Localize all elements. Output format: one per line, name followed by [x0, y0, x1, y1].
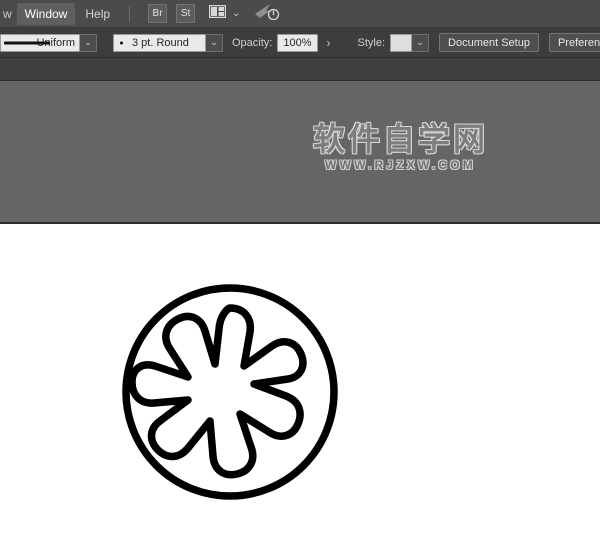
opacity-label: Opacity: [232, 36, 273, 49]
document-tab-strip [0, 58, 600, 81]
watermark: 软件自学网 WWW.RJZXW.COM [313, 121, 488, 173]
connect-button[interactable] [254, 3, 280, 25]
bridge-button[interactable]: Br [148, 4, 168, 23]
control-bar: Uniform ⌄ 3 pt. Round ⌄ Opacity: 100% › … [0, 28, 600, 58]
graphic-style-swatch[interactable] [390, 33, 413, 52]
brush-definition-dropdown-arrow[interactable]: ⌄ [206, 33, 223, 52]
connect-power-icon [254, 3, 280, 25]
brush-definition-field[interactable]: 3 pt. Round [113, 33, 206, 52]
canvas-pasteboard[interactable]: 软件自学网 WWW.RJZXW.COM [0, 81, 600, 224]
opacity-input[interactable]: 100% [277, 33, 318, 52]
watermark-chinese-text: 软件自学网 [312, 121, 488, 157]
graphic-style-dropdown-arrow[interactable]: ⌄ [412, 33, 430, 52]
style-label: Style: [357, 36, 386, 49]
menu-item-window[interactable]: Window [16, 2, 76, 25]
preferences-button[interactable]: Preferences [548, 33, 600, 52]
document-setup-button[interactable]: Document Setup [439, 33, 539, 52]
menu-item-view-truncated[interactable]: w [1, 3, 15, 25]
graphic-style-combo[interactable]: ⌄ [390, 33, 430, 52]
artboard[interactable] [0, 225, 600, 540]
arrange-documents-icon [208, 4, 227, 23]
stock-button[interactable]: St [176, 4, 196, 23]
artwork-seven-point-star-in-circle[interactable] [118, 282, 348, 517]
watermark-url-text: WWW.RJZXW.COM [325, 158, 476, 172]
chevron-down-icon: ⌄ [232, 7, 241, 19]
brush-preview-icon [120, 41, 123, 44]
illustrator-window: w Window Help Br St ⌄ Uniform ⌄ 3 pt. Ro… [0, 0, 600, 540]
opacity-more-options-icon[interactable]: › [327, 36, 331, 50]
star-in-circle-svg [122, 284, 338, 500]
brush-definition-value: 3 pt. Round [132, 36, 189, 49]
stroke-profile-combo[interactable]: Uniform ⌄ [0, 33, 97, 52]
stroke-profile-dropdown-arrow[interactable]: ⌄ [80, 33, 97, 52]
menu-separator [129, 5, 131, 22]
menu-item-help[interactable]: Help [77, 3, 118, 25]
stroke-profile-field[interactable]: Uniform [0, 33, 80, 52]
stroke-profile-preview-icon [4, 41, 50, 44]
arrange-documents-button[interactable]: ⌄ [208, 4, 241, 23]
menu-bar: w Window Help Br St ⌄ [0, 0, 600, 28]
brush-definition-combo[interactable]: 3 pt. Round ⌄ [113, 33, 223, 52]
